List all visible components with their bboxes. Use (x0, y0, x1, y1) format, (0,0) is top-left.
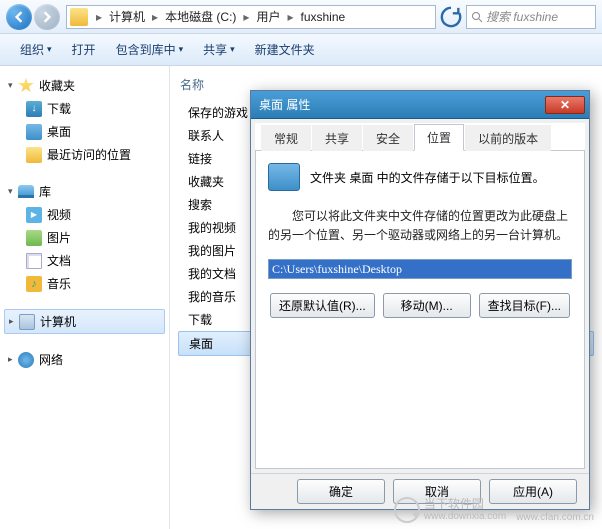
tab-以前的版本[interactable]: 以前的版本 (465, 125, 551, 151)
video-icon (26, 207, 42, 223)
dialog-body: 文件夹 桌面 中的文件存储于以下目标位置。 您可以将此文件夹中文件存储的位置更改… (255, 151, 585, 469)
info-text: 文件夹 桌面 中的文件存储于以下目标位置。 (310, 169, 545, 186)
star-icon (18, 78, 34, 94)
refresh-button[interactable] (440, 6, 462, 28)
tab-共享[interactable]: 共享 (312, 125, 362, 151)
description-text: 您可以将此文件夹中文件存储的位置更改为此硬盘上的另一个位置、另一个驱动器或网络上… (268, 207, 572, 245)
search-placeholder: 搜索 fuxshine (486, 8, 558, 25)
nav-documents[interactable]: 文档 (4, 249, 165, 272)
nav-back-button[interactable] (6, 4, 32, 30)
tab-常规[interactable]: 常规 (261, 125, 311, 151)
breadcrumb-path[interactable]: ▸ 计算机▸ 本地磁盘 (C:)▸ 用户▸ fuxshine (66, 5, 436, 29)
find-target-button[interactable]: 查找目标(F)... (479, 293, 570, 318)
dialog-close-button[interactable]: ✕ (545, 96, 585, 114)
move-button[interactable]: 移动(M)... (383, 293, 471, 318)
search-icon (471, 11, 483, 23)
command-toolbar: 组织▾ 打开 包含到库中▾ 共享▾ 新建文件夹 (0, 34, 602, 66)
crumb-users[interactable]: 用户 (254, 8, 282, 25)
network-icon (18, 352, 34, 368)
tab-安全[interactable]: 安全 (363, 125, 413, 151)
document-icon (26, 253, 42, 269)
nav-forward-button[interactable] (34, 4, 60, 30)
toolbar-newfolder[interactable]: 新建文件夹 (245, 37, 325, 62)
ok-button[interactable]: 确定 (297, 479, 385, 504)
navigation-pane: ▾收藏夹 下载 桌面 最近访问的位置 ▾库 视频 图片 文档 音乐 ▸计算机 ▸… (0, 66, 170, 529)
nav-videos[interactable]: 视频 (4, 203, 165, 226)
download-icon (26, 101, 42, 117)
crumb-user[interactable]: fuxshine (298, 10, 347, 24)
search-input[interactable]: 搜索 fuxshine (466, 5, 596, 29)
nav-libraries[interactable]: ▾库 (4, 180, 165, 203)
nav-computer[interactable]: ▸计算机 (4, 309, 165, 334)
folder-path-input[interactable] (268, 259, 572, 279)
computer-icon (19, 314, 35, 330)
tab-位置[interactable]: 位置 (414, 124, 464, 151)
crumb-drive[interactable]: 本地磁盘 (C:) (163, 8, 238, 25)
desktop-folder-icon (268, 163, 300, 191)
nav-desktop[interactable]: 桌面 (4, 120, 165, 143)
library-icon (18, 185, 34, 198)
recent-icon (26, 147, 42, 163)
nav-pictures[interactable]: 图片 (4, 226, 165, 249)
toolbar-share[interactable]: 共享▾ (193, 37, 245, 62)
dialog-tab-strip: 常规共享安全位置以前的版本 (255, 123, 585, 151)
crumb-computer[interactable]: 计算机 (107, 8, 147, 25)
folder-icon (70, 8, 88, 26)
nav-favorites[interactable]: ▾收藏夹 (4, 74, 165, 97)
dialog-titlebar[interactable]: 桌面 属性 ✕ (251, 91, 589, 119)
nav-network[interactable]: ▸网络 (4, 348, 165, 371)
address-bar: ▸ 计算机▸ 本地磁盘 (C:)▸ 用户▸ fuxshine 搜索 fuxshi… (0, 0, 602, 34)
nav-music[interactable]: 音乐 (4, 272, 165, 295)
toolbar-organize[interactable]: 组织▾ (10, 37, 62, 62)
desktop-icon (26, 124, 42, 140)
nav-downloads[interactable]: 下载 (4, 97, 165, 120)
picture-icon (26, 230, 42, 246)
restore-default-button[interactable]: 还原默认值(R)... (270, 293, 375, 318)
properties-dialog: 桌面 属性 ✕ 常规共享安全位置以前的版本 文件夹 桌面 中的文件存储于以下目标… (250, 90, 590, 510)
music-icon (26, 276, 42, 292)
toolbar-open[interactable]: 打开 (62, 37, 106, 62)
toolbar-include[interactable]: 包含到库中▾ (106, 37, 194, 62)
watermark: 当下软件园 www.downxia.com www.cfan.com.cn (394, 497, 594, 523)
watermark-logo-icon (394, 497, 420, 523)
dialog-title-text: 桌面 属性 (259, 96, 310, 113)
nav-recent[interactable]: 最近访问的位置 (4, 143, 165, 166)
